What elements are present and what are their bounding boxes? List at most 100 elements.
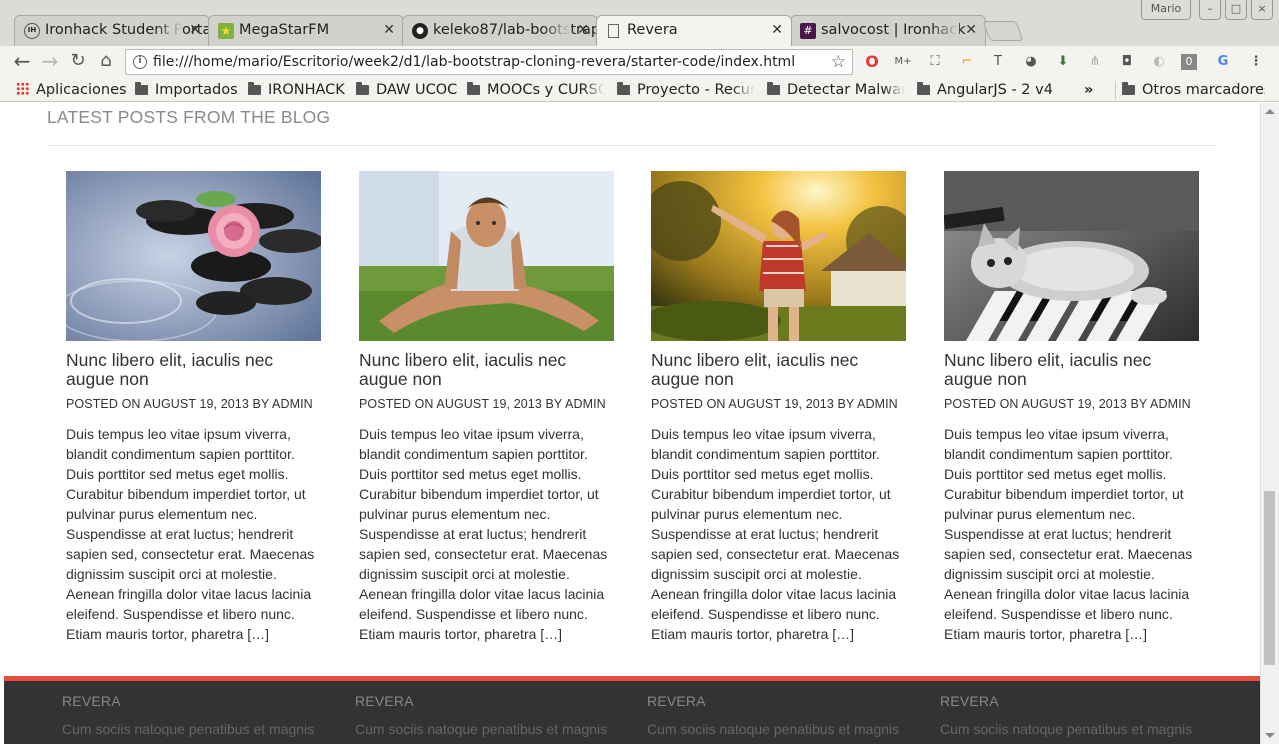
close-icon[interactable]: ✕ xyxy=(771,16,783,45)
folder-icon xyxy=(356,82,369,95)
new-tab-button[interactable] xyxy=(982,21,1024,41)
folder-icon xyxy=(1122,82,1135,95)
bookmark-apps[interactable]: Aplicaciones xyxy=(16,81,126,99)
post-title[interactable]: Nunc libero elit, iaculis nec augue non xyxy=(66,351,322,389)
megastar-icon: ★ xyxy=(218,23,234,39)
close-icon[interactable]: ✕ xyxy=(965,16,977,45)
tab-title: salvocost | Ironhack xyxy=(821,22,966,38)
bookmark-proyecto[interactable]: Proyecto - Recursos xyxy=(617,81,755,99)
post-excerpt: Duis tempus leo vitae ipsum viverra, bla… xyxy=(651,426,900,642)
footer-title: REVERA xyxy=(355,693,414,709)
footer-title: REVERA xyxy=(647,693,706,709)
footer-text: Cum sociis natoque penatibus et magnis xyxy=(355,721,608,737)
pocket-icon[interactable]: ◘ xyxy=(1117,52,1137,72)
tab-slack[interactable]: # salvocost | Ironhack ✕ xyxy=(790,15,986,46)
folder-icon xyxy=(767,82,780,95)
scroll-down-icon[interactable] xyxy=(1265,733,1275,738)
bookmarks-bar: Aplicaciones Importados IRONHACK DAW UCO… xyxy=(0,78,1279,102)
tab-ironhack[interactable]: IH Ironhack Student Portal ✕ xyxy=(14,15,210,46)
bookmark-label: Importados xyxy=(155,82,238,98)
screenshot-icon[interactable]: ⛶ xyxy=(925,52,945,72)
window-user-badge[interactable]: Mario xyxy=(1141,0,1191,20)
circle-extension-icon[interactable]: ◐ xyxy=(1149,52,1169,72)
address-bar[interactable]: i file:///home/mario/Escritorio/week2/d1… xyxy=(125,49,853,75)
post-title[interactable]: Nunc libero elit, iaculis nec augue non xyxy=(359,351,615,389)
tab-strip: Mario – □ × IH Ironhack Student Portal ✕… xyxy=(0,0,1279,46)
font-icon[interactable]: T xyxy=(988,52,1008,72)
minimize-button[interactable]: – xyxy=(1199,0,1221,20)
tab-revera[interactable]: Revera ✕ xyxy=(596,15,792,46)
tab-title: Ironhack Student Portal xyxy=(45,22,209,38)
post-title[interactable]: Nunc libero elit, iaculis nec augue non xyxy=(651,351,907,389)
vertical-scrollbar[interactable] xyxy=(1260,103,1279,744)
bookmark-angularjs[interactable]: AngularJS - 2 v4 xyxy=(917,81,1057,99)
github-icon: ● xyxy=(412,23,428,39)
opera-icon[interactable]: O xyxy=(862,52,882,72)
bookmarks-overflow-button[interactable]: » xyxy=(1084,81,1100,99)
bookmark-detectar[interactable]: Detectar Malware xyxy=(767,81,905,99)
bookmark-label: AngularJS - 2 v4 xyxy=(937,82,1053,98)
post-meta: POSTED ON AUGUST 19, 2013 BY ADMIN xyxy=(66,397,313,411)
tab-title: keleko87/lab-bootstrap xyxy=(433,22,597,38)
footer-text: Cum sociis natoque penatibus et magnis xyxy=(940,721,1193,737)
close-window-button[interactable]: × xyxy=(1251,0,1273,20)
footer-column: REVERA Cum sociis natoque penatibus et m… xyxy=(940,693,1192,737)
zero-extension-icon[interactable]: 0 xyxy=(1181,54,1197,70)
site-footer: REVERA Cum sociis natoque penatibus et m… xyxy=(4,676,1260,744)
divider xyxy=(47,145,1216,146)
post-meta: POSTED ON AUGUST 19, 2013 BY ADMIN xyxy=(359,397,606,411)
bookmark-importados[interactable]: Importados xyxy=(135,81,240,99)
rose-on-stones-photo[interactable] xyxy=(66,171,321,341)
apps-icon xyxy=(16,82,29,95)
footer-column: REVERA Cum sociis natoque penatibus et m… xyxy=(355,693,607,737)
tab-github[interactable]: ● keleko87/lab-bootstrap ✕ xyxy=(402,15,598,46)
url-text: file:///home/mario/Escritorio/week2/d1/l… xyxy=(153,54,796,70)
post-title[interactable]: Nunc libero elit, iaculis nec augue non xyxy=(944,351,1200,389)
back-button[interactable]: ← xyxy=(10,50,34,74)
post-excerpt: Duis tempus leo vitae ipsum viverra, bla… xyxy=(944,426,1193,642)
folder-icon xyxy=(248,82,261,95)
page-icon xyxy=(608,24,619,38)
section-title: LATEST POSTS FROM THE BLOG xyxy=(47,107,331,127)
folder-icon xyxy=(917,82,930,95)
tab-title: MegaStarFM xyxy=(239,22,330,38)
footer-column: REVERA Cum sociis natoque penatibus et m… xyxy=(647,693,899,737)
ruler-icon[interactable]: ⌐ xyxy=(957,52,977,72)
scrollbar-thumb[interactable] xyxy=(1264,491,1275,665)
blog-post: Nunc libero elit, iaculis nec augue non … xyxy=(944,171,1200,644)
home-button[interactable]: ⌂ xyxy=(94,50,118,74)
info-icon[interactable]: i xyxy=(133,55,147,69)
translate-icon[interactable]: G xyxy=(1213,52,1233,72)
forward-button[interactable]: → xyxy=(38,50,62,74)
ironhack-icon: IH xyxy=(24,23,40,39)
scroll-up-icon[interactable] xyxy=(1265,109,1275,114)
extension-icon[interactable]: M+ xyxy=(893,52,913,72)
close-icon[interactable]: ✕ xyxy=(189,16,201,45)
post-excerpt: Duis tempus leo vitae ipsum viverra, bla… xyxy=(66,426,315,642)
woman-sunset-photo[interactable] xyxy=(651,171,906,341)
footer-title: REVERA xyxy=(940,693,999,709)
blog-post: Nunc libero elit, iaculis nec augue non … xyxy=(651,171,907,644)
bookmark-other[interactable]: Otros marcadores xyxy=(1115,81,1265,99)
reload-button[interactable]: ↻ xyxy=(66,50,90,74)
bookmark-moocs[interactable]: MOOCs y CURSOS xyxy=(467,81,605,99)
tab-megastar[interactable]: ★ MegaStarFM ✕ xyxy=(208,15,404,46)
bookmark-label: IRONHACK xyxy=(268,82,345,98)
download-icon[interactable]: ⬇ xyxy=(1053,52,1073,72)
tree-icon[interactable]: ⋔ xyxy=(1085,52,1105,72)
folder-icon xyxy=(135,82,148,95)
bookmark-ironhack[interactable]: IRONHACK xyxy=(248,81,348,99)
folder-icon xyxy=(617,82,630,95)
kitten-piano-photo[interactable] xyxy=(944,171,1199,341)
bookmark-daw-ucoc[interactable]: DAW UCOC xyxy=(356,81,460,99)
close-icon[interactable]: ✕ xyxy=(577,16,589,45)
close-icon[interactable]: ✕ xyxy=(383,16,395,45)
bookmark-label: DAW UCOC xyxy=(376,82,458,98)
footer-text: Cum sociis natoque penatibus et magnis xyxy=(647,721,900,737)
blog-post: Nunc libero elit, iaculis nec augue non … xyxy=(359,171,615,644)
man-pushup-photo[interactable] xyxy=(359,171,614,341)
menu-icon[interactable]: ⋮ xyxy=(1246,52,1266,72)
bookmark-star-icon[interactable]: ☆ xyxy=(831,50,846,74)
color-picker-icon[interactable]: ◕ xyxy=(1021,52,1041,72)
maximize-button[interactable]: □ xyxy=(1225,0,1247,20)
